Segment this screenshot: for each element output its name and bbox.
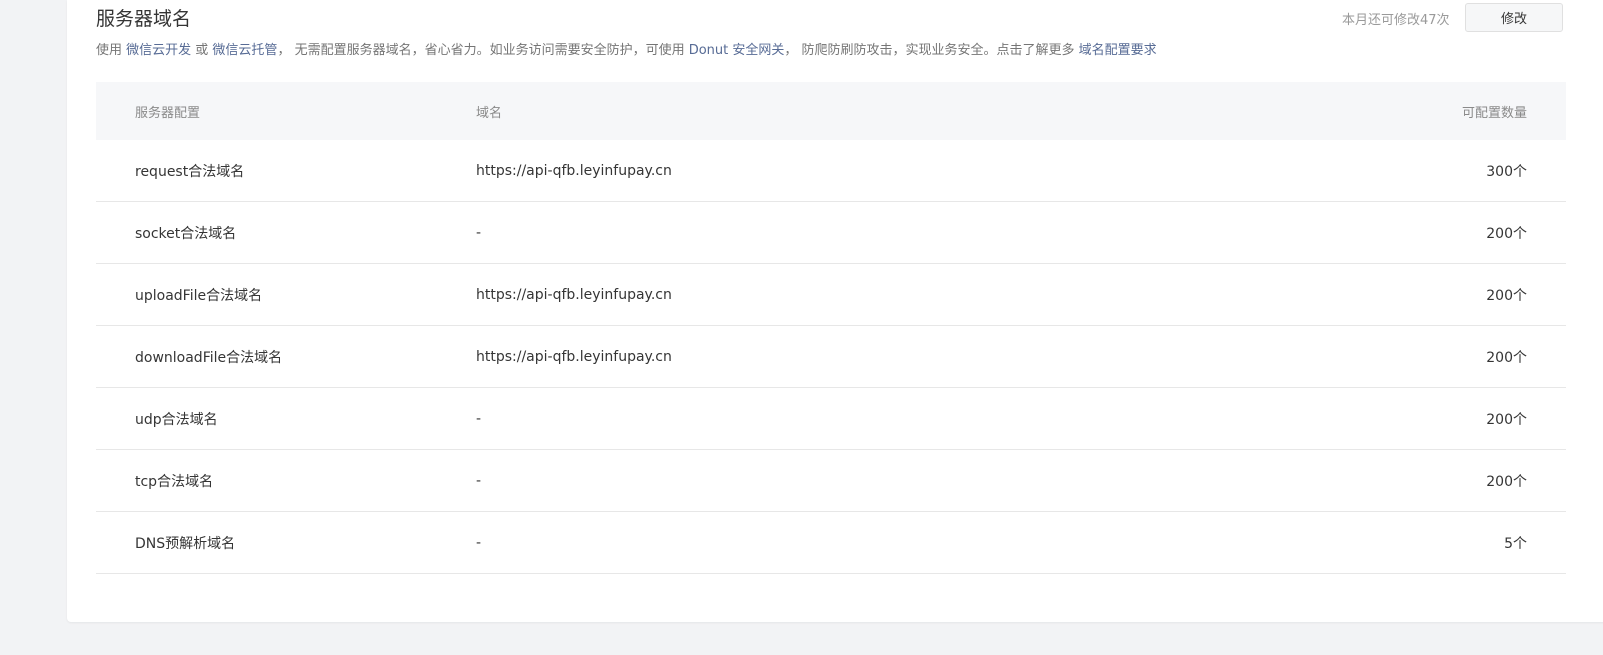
row-domain: https://api-qfb.leyinfupay.cn: [476, 162, 672, 179]
row-config: downloadFile合法域名: [135, 349, 283, 366]
cloud-hosting-link[interactable]: 微信云托管: [212, 43, 277, 58]
row-domain: -: [476, 472, 482, 489]
row-config: tcp合法域名: [135, 473, 214, 490]
table-row: DNS预解析域名 - 5个: [96, 512, 1566, 574]
header-domain: 域名: [476, 105, 503, 121]
row-count: 200个: [1486, 225, 1527, 242]
row-config: uploadFile合法域名: [135, 287, 263, 304]
table-row: udp合法域名 - 200个: [96, 388, 1566, 450]
cloud-dev-link[interactable]: 微信云开发: [126, 43, 191, 58]
domain-table: 服务器配置 域名 可配置数量 request合法域名 https://api-q…: [96, 82, 1566, 574]
row-count: 200个: [1486, 287, 1527, 304]
row-domain: -: [476, 534, 482, 551]
modify-button[interactable]: 修改: [1465, 3, 1563, 32]
table-row: request合法域名 https://api-qfb.leyinfupay.c…: [96, 140, 1566, 202]
table-row: socket合法域名 - 200个: [96, 202, 1566, 264]
row-count: 200个: [1486, 349, 1527, 366]
table-header: 服务器配置 域名 可配置数量: [96, 82, 1566, 140]
row-config: DNS预解析域名: [135, 535, 236, 552]
modify-quota-text: 本月还可修改47次: [1342, 13, 1450, 28]
section-description: 使用 微信云开发 或 微信云托管， 无需配置服务器域名，省心省力。如业务访问需要…: [96, 39, 1157, 58]
header-config: 服务器配置: [135, 105, 201, 121]
row-domain: https://api-qfb.leyinfupay.cn: [476, 348, 672, 365]
desc-or: 或: [191, 43, 213, 58]
row-config: request合法域名: [135, 163, 245, 180]
table-row: uploadFile合法域名 https://api-qfb.leyinfupa…: [96, 264, 1566, 326]
row-count: 5个: [1504, 535, 1527, 552]
desc-end: ， 防爬防刷防攻击，实现业务安全。点击了解更多: [784, 43, 1079, 58]
row-config: socket合法域名: [135, 225, 237, 242]
row-domain: -: [476, 410, 482, 427]
header-count: 可配置数量: [1461, 105, 1527, 121]
row-count: 300个: [1486, 163, 1527, 180]
server-domain-card: 服务器域名 使用 微信云开发 或 微信云托管， 无需配置服务器域名，省心省力。如…: [67, 0, 1603, 622]
row-config: udp合法域名: [135, 411, 218, 428]
row-count: 200个: [1486, 473, 1527, 490]
section-title: 服务器域名: [96, 8, 192, 30]
row-count: 200个: [1486, 411, 1527, 428]
row-domain: -: [476, 224, 482, 241]
domain-requirements-link[interactable]: 域名配置要求: [1079, 43, 1157, 58]
desc-middle: ， 无需配置服务器域名，省心省力。如业务访问需要安全防护，可使用: [277, 43, 689, 58]
desc-prefix: 使用: [96, 43, 127, 58]
row-domain: https://api-qfb.leyinfupay.cn: [476, 286, 672, 303]
table-row: downloadFile合法域名 https://api-qfb.leyinfu…: [96, 326, 1566, 388]
table-row: tcp合法域名 - 200个: [96, 450, 1566, 512]
donut-gateway-link[interactable]: Donut 安全网关: [689, 43, 785, 58]
